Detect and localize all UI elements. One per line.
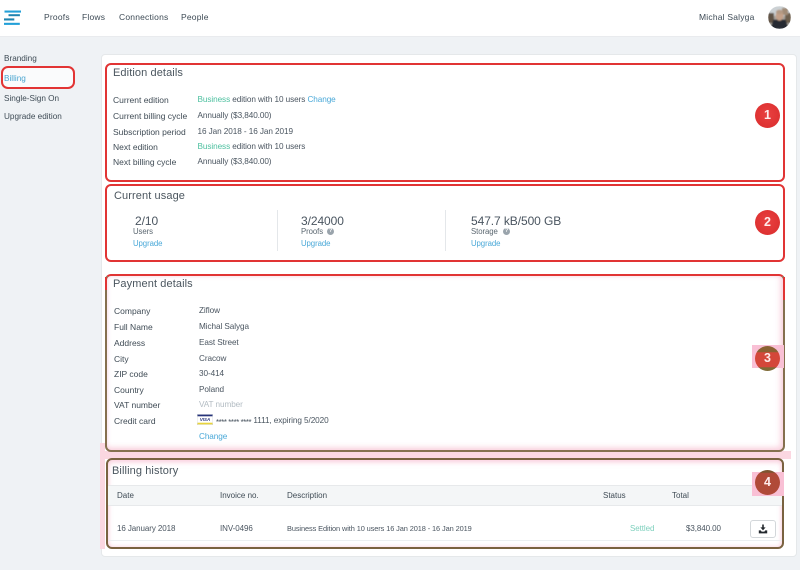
svg-text:VISA: VISA xyxy=(200,417,210,422)
